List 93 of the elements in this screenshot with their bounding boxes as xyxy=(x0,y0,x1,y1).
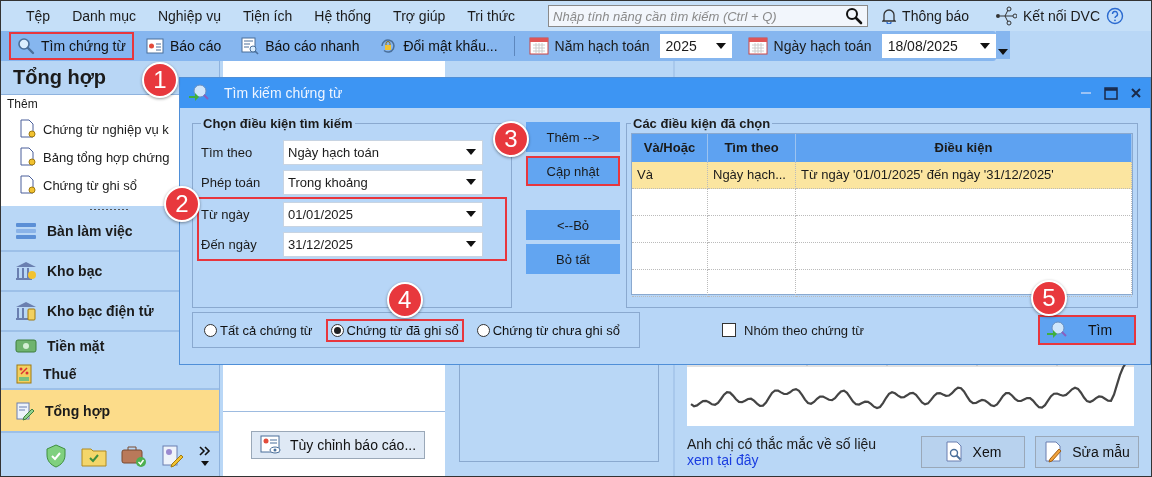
dropdown[interactable]: 01/01/2025 xyxy=(283,201,483,227)
dropdown[interactable]: 31/12/2025 xyxy=(283,231,483,257)
caret-icon xyxy=(466,179,476,185)
lock-icon xyxy=(379,37,398,55)
document-icon xyxy=(19,119,37,139)
document-icon xyxy=(19,175,37,195)
action-button[interactable]: <--Bỏ xyxy=(526,210,620,240)
table-cell: Từ ngày '01/01/2025' đến ngày '31/12/2025' xyxy=(796,162,1132,189)
menu-item[interactable]: Tiện ích xyxy=(232,8,304,24)
radio-option[interactable]: Chứng từ đã ghi sổ xyxy=(325,318,464,342)
report-eye-icon xyxy=(260,435,282,455)
checkbox[interactable] xyxy=(722,323,736,337)
document-link[interactable]: Bảng tổng hợp chứng xyxy=(43,149,170,165)
banknote-icon xyxy=(15,338,37,354)
edit-template-button[interactable]: Sửa mẫu xyxy=(1035,436,1139,468)
table-cell: Và xyxy=(632,162,708,189)
toolbar-button[interactable]: Đổi mật khẩu... xyxy=(371,32,506,60)
percent-document-icon xyxy=(15,364,33,384)
menu-item[interactable]: Danh mục xyxy=(61,8,147,24)
document-pen-icon xyxy=(161,443,185,468)
search-placeholder: Nhập tính năng cần tìm kiếm (Ctrl + Q) xyxy=(553,8,777,24)
more-chevron-icon xyxy=(199,444,211,467)
radio-button[interactable] xyxy=(204,323,217,337)
table-cell: Ngày hạch... xyxy=(708,162,796,189)
shield-icon xyxy=(45,443,67,468)
document-magnifier-icon xyxy=(944,441,965,463)
menu-item[interactable]: Hệ thống xyxy=(303,8,383,24)
report-icon xyxy=(145,38,164,54)
customize-report-button[interactable]: Tùy chỉnh báo cáo... xyxy=(251,431,426,459)
caret-icon xyxy=(466,149,476,155)
notifications-link[interactable]: Thông báo xyxy=(902,8,970,24)
search-button[interactable]: Tìm xyxy=(1038,315,1136,345)
connect-link[interactable]: Kết nối DVC xyxy=(1023,8,1101,24)
help-link[interactable]: xem tại đây xyxy=(687,452,911,468)
radio-option[interactable]: Chứng từ chưa ghi sổ xyxy=(471,318,625,342)
nav-item[interactable]: Tổng hợp xyxy=(1,388,219,433)
caret-icon xyxy=(715,43,726,49)
date-label: Ngày hạch toán xyxy=(773,38,872,54)
year-label: Năm hạch toán xyxy=(554,38,650,54)
document-link[interactable]: Chứng từ nghiệp vụ k xyxy=(43,121,169,137)
view-button[interactable]: Xem xyxy=(921,436,1025,468)
field-label: Tìm theo xyxy=(201,144,254,160)
action-button[interactable]: Bỏ tất xyxy=(526,244,620,274)
help-question: Anh chị có thắc mắc về số liệu xyxy=(687,436,878,452)
maximize-icon xyxy=(1104,86,1118,100)
bank-icon xyxy=(15,301,37,321)
magnifier-icon xyxy=(17,37,35,55)
briefcase-icon xyxy=(121,443,147,468)
caret-icon xyxy=(466,211,476,217)
add-label: Thêm xyxy=(7,97,39,113)
toolbar-button[interactable]: Báo cáo nhanh xyxy=(233,32,368,60)
close-icon xyxy=(1130,87,1142,99)
bell-icon xyxy=(882,8,897,24)
radio-button[interactable] xyxy=(476,323,490,337)
stacked-bars-icon xyxy=(15,221,37,241)
group-title: Chọn điều kiện tìm kiếm xyxy=(202,116,354,131)
field-label: Phép toán xyxy=(201,174,262,190)
menu-item[interactable]: Tệp xyxy=(15,8,62,24)
dropdown[interactable]: Ngày hạch toán xyxy=(283,139,483,165)
column-header[interactable]: Và/Hoặc xyxy=(632,134,708,162)
caret-icon xyxy=(979,43,990,49)
document-link[interactable]: Chứng từ ghi sổ xyxy=(43,177,137,193)
magnifier-arrow-icon xyxy=(1046,320,1068,340)
column-header[interactable]: Tìm theo xyxy=(708,134,796,162)
toolbar-button[interactable]: Tìm chứng từ xyxy=(9,32,134,60)
dialog-title: Tìm kiếm chứng từ xyxy=(224,85,344,101)
report-magnifier-icon xyxy=(241,37,260,55)
magnifier-arrow-icon xyxy=(188,83,210,103)
caret-icon xyxy=(466,241,476,247)
dropdown[interactable]: Trong khoảng xyxy=(283,169,483,195)
search-icon xyxy=(845,7,864,25)
nav-item[interactable]: Thuế xyxy=(1,360,219,388)
splitter-grip-icon xyxy=(90,207,130,211)
toolbar-button[interactable]: Báo cáo xyxy=(137,32,230,60)
radio-button[interactable] xyxy=(330,323,344,337)
date-dropdown[interactable]: 18/08/2025 xyxy=(881,34,996,58)
menu-item[interactable]: Trợ giúp xyxy=(382,8,457,24)
column-header[interactable]: Điều kiện xyxy=(796,134,1132,162)
caret-icon xyxy=(997,49,1008,55)
document-pen-icon xyxy=(15,400,35,421)
group-title: Các điều kiện đã chọn xyxy=(632,116,772,131)
action-button[interactable]: Thêm --> xyxy=(526,122,620,152)
bank-icon xyxy=(15,261,37,281)
action-button[interactable]: Cập nhật xyxy=(526,156,620,186)
calendar-icon xyxy=(528,36,549,56)
document-icon xyxy=(19,147,37,167)
network-icon xyxy=(995,6,1018,26)
help-icon xyxy=(1106,7,1125,25)
menu-item[interactable]: Nghiệp vụ xyxy=(146,8,232,24)
checkbox-label: Nhóm theo chứng từ xyxy=(744,322,865,338)
calendar-icon xyxy=(747,36,768,56)
year-dropdown[interactable]: 2025 xyxy=(659,34,732,58)
menu-item[interactable]: Tri thức xyxy=(456,8,527,24)
